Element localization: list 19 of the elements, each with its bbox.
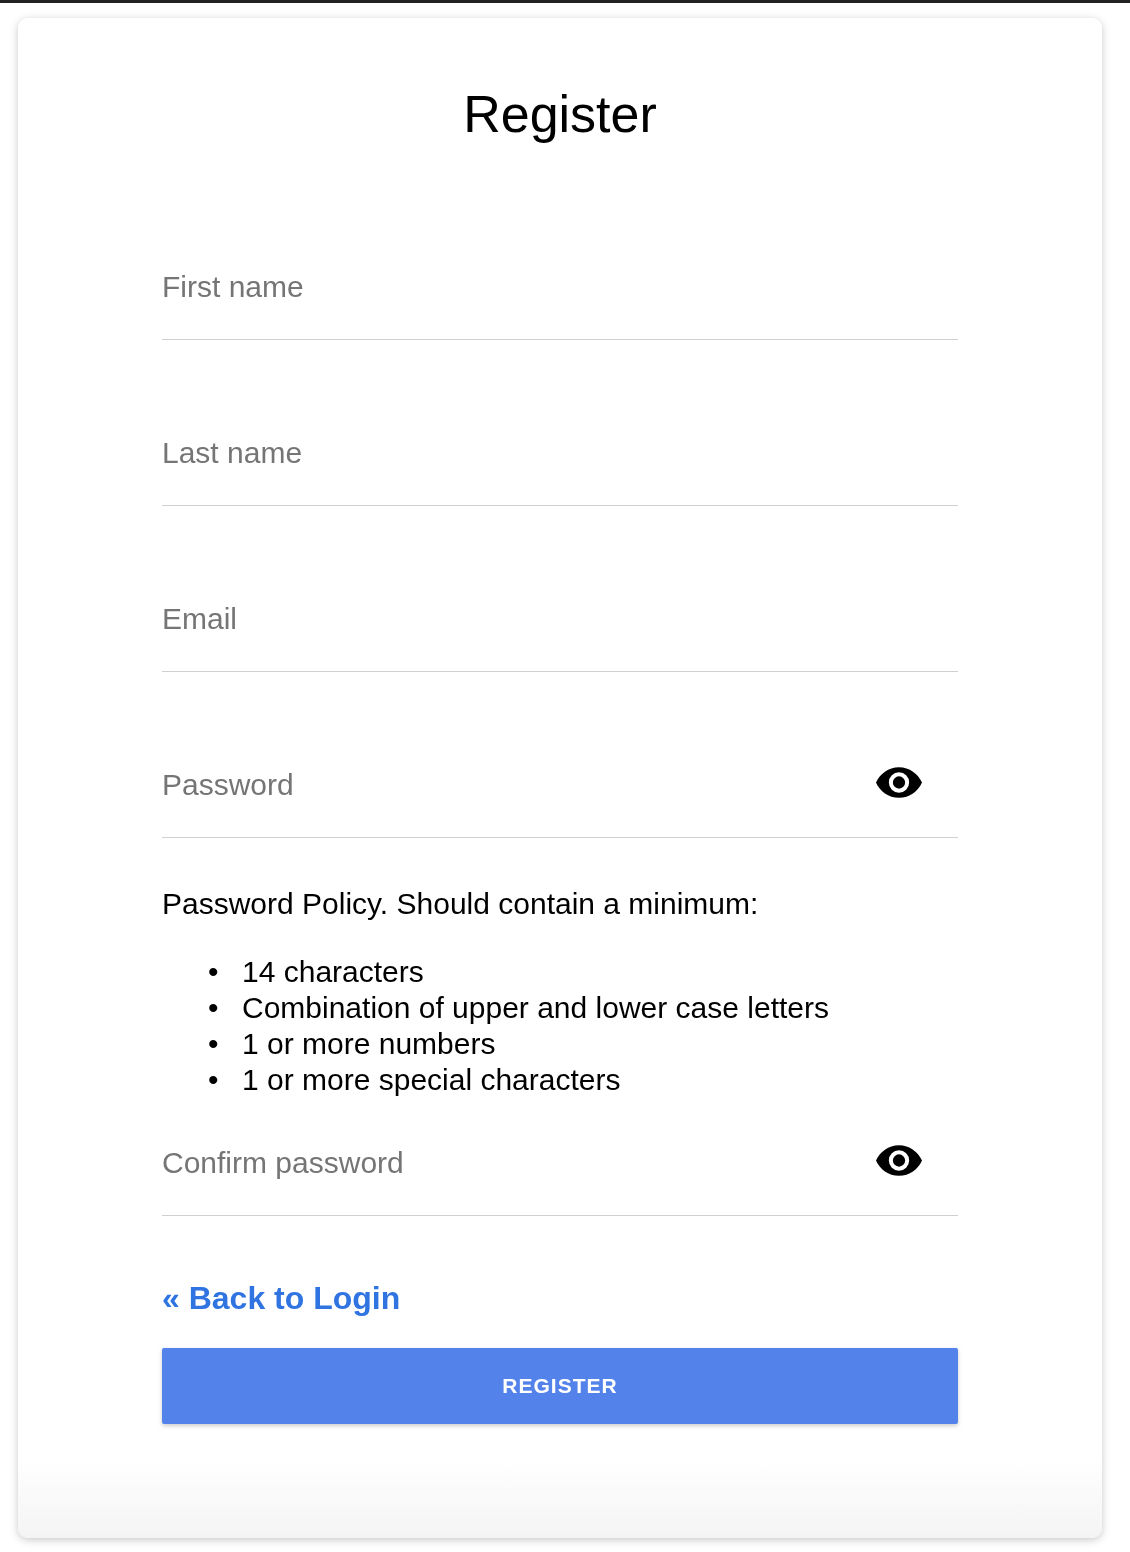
input-field[interactable]: First name [162, 260, 958, 340]
input-field[interactable]: Confirm password [162, 1136, 958, 1216]
bullet-icon: • [208, 1062, 242, 1098]
input-field[interactable]: Email [162, 592, 958, 672]
policy-item: 14 characters [242, 954, 424, 990]
eye-icon[interactable] [876, 1145, 922, 1176]
policy-item: Combination of upper and lower case letters [242, 990, 829, 1026]
input-field[interactable]: Last name [162, 426, 958, 506]
policy-heading: Password Policy. Should contain a minimum: [162, 886, 760, 922]
input-field[interactable]: Password [162, 758, 958, 838]
policy-item: 1 or more numbers [242, 1026, 496, 1062]
policy-item: 1 or more special characters [242, 1062, 621, 1098]
register-button[interactable]: REGISTER [162, 1348, 958, 1424]
back-to-login-link[interactable]: « Back to Login [162, 1278, 401, 1318]
bullet-icon: • [208, 1026, 242, 1062]
bullet-icon: • [208, 990, 242, 1026]
eye-icon[interactable] [876, 767, 922, 798]
bullet-icon: • [208, 954, 242, 990]
form-title: Register [462, 84, 658, 144]
